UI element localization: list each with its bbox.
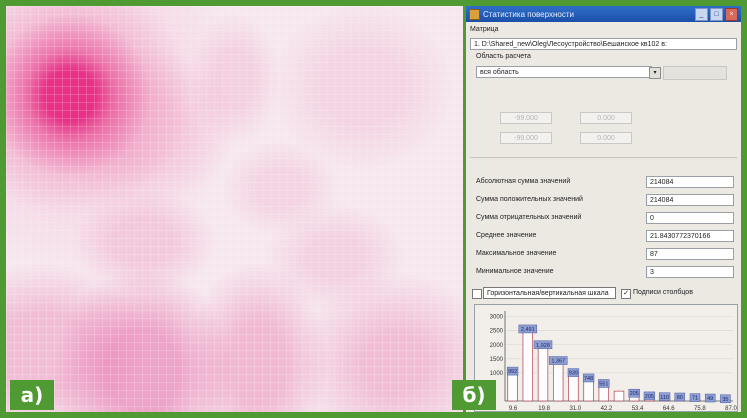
histogram-bar <box>568 374 579 402</box>
histogram-bar <box>583 379 594 402</box>
app-icon <box>469 8 480 20</box>
x-tick-label: 64.6 <box>663 406 675 411</box>
x-tick-label: 53.4 <box>632 406 644 411</box>
stat-value[interactable]: 3 <box>646 266 734 278</box>
bar-value-label: 1,928 <box>536 343 550 349</box>
histogram-svg: 3000 2500 2000 1500 1000 992 2,491 1,928 1,367 93… <box>490 311 737 411</box>
stat-label: Сумма положительных значений <box>476 196 583 203</box>
stat-label: Абсолютная сумма значений <box>476 178 571 185</box>
x-tick-label: 87.0 <box>725 406 737 411</box>
surface-raster-image <box>6 6 463 412</box>
stat-value[interactable]: 214084 <box>646 194 734 206</box>
area-action-button[interactable] <box>663 66 727 80</box>
bar-value-label: 71 <box>692 396 698 402</box>
bar-value-label: 748 <box>584 376 593 382</box>
bar-value-label: 205 <box>630 391 639 397</box>
maximize-button[interactable]: □ <box>710 7 723 21</box>
stat-label: Среднее значение <box>476 232 537 239</box>
captions-checkbox[interactable]: ✓ <box>621 289 631 299</box>
title-bar: Статистика поверхности _ □ × <box>466 6 741 22</box>
histogram-chart: 3000 2500 2000 1500 1000 992 2,491 1,928 1,367 93… <box>474 304 738 412</box>
area-select[interactable]: вся область <box>476 66 652 78</box>
coord-x-max[interactable]: 0.000 <box>580 112 632 124</box>
panel-label-a: а) <box>10 380 54 410</box>
coord-y-min[interactable]: -99.000 <box>500 132 552 144</box>
stat-label: Максимальное значение <box>476 250 557 257</box>
y-tick-label: 2500 <box>490 329 504 335</box>
bar-value-label: 80 <box>677 395 683 401</box>
histogram-bar <box>598 385 610 402</box>
x-tick-label: 19.8 <box>538 406 550 411</box>
window-title: Статистика поверхности <box>483 9 574 19</box>
coord-y-max[interactable]: 0.000 <box>580 132 632 144</box>
stat-value[interactable]: 21.8430772370166 <box>646 230 734 242</box>
bar-value-label: 2,491 <box>521 327 535 333</box>
y-tick-label: 1000 <box>490 371 504 377</box>
stat-label: Минимальное значение <box>476 268 554 275</box>
histogram-bar <box>537 346 549 402</box>
bar-value-label: 35 <box>722 397 728 403</box>
stat-value[interactable]: 214084 <box>646 176 734 188</box>
matrix-label: Матрица <box>470 26 499 33</box>
histogram-bar <box>552 362 564 402</box>
scale-checkbox[interactable] <box>472 289 482 299</box>
histogram-bar <box>613 390 625 402</box>
x-tick-label: 31.0 <box>569 406 581 411</box>
chevron-down-icon[interactable]: ▾ <box>649 67 661 79</box>
y-tick-label: 3000 <box>490 315 504 321</box>
bar-value-label: 992 <box>508 369 517 375</box>
divider <box>470 157 737 158</box>
stat-value[interactable]: 87 <box>646 248 734 260</box>
stat-label: Сумма отрицательных значений <box>476 214 582 221</box>
x-tick-label: 9.6 <box>509 406 518 411</box>
area-label: Область расчета <box>476 53 531 60</box>
y-tick-label: 2000 <box>490 343 504 349</box>
close-button[interactable]: × <box>725 7 738 21</box>
surface-statistics-window: Статистика поверхности _ □ × Матрица 1. … <box>466 6 741 412</box>
bar-value-label: 939 <box>569 371 578 377</box>
coord-x-min[interactable]: -99.000 <box>500 112 552 124</box>
matrix-select[interactable]: 1. D:\Shared_new\Oleg\Лесоустройство\Беш… <box>470 38 737 50</box>
y-tick-label: 1500 <box>490 357 504 363</box>
histogram-bar <box>522 330 534 402</box>
bar-value-label: 110 <box>660 395 669 401</box>
bar-value-label: 1,367 <box>551 359 565 365</box>
histogram-bar <box>507 372 518 402</box>
panel-label-b: б) <box>452 380 496 410</box>
captions-option-label: Подписи столбцов <box>633 289 693 296</box>
bar-value-label: 551 <box>599 382 608 388</box>
x-tick-label: 75.8 <box>694 406 706 411</box>
bar-value-label: 49 <box>707 396 713 402</box>
x-tick-label: 42.2 <box>601 406 613 411</box>
scale-option-label[interactable]: Горизонтальная/вертикальная шкала <box>483 287 616 299</box>
bar-value-label: 205 <box>645 394 654 400</box>
minimize-button[interactable]: _ <box>695 7 708 21</box>
stat-value[interactable]: 0 <box>646 212 734 224</box>
